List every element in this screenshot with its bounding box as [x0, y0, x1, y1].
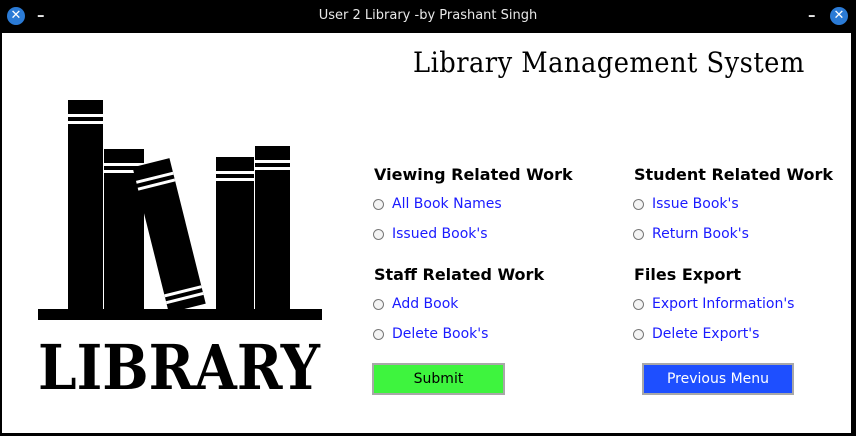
radio-icon[interactable]: [633, 328, 644, 340]
radio-icon[interactable]: [373, 198, 384, 210]
submit-button[interactable]: Submit: [372, 363, 505, 395]
radio-icon[interactable]: [633, 298, 644, 310]
shelf: [38, 309, 322, 320]
option-label[interactable]: Add Book: [392, 296, 458, 312]
section-title-student: Student Related Work: [634, 165, 834, 184]
option-delete-books[interactable]: Delete Book's: [373, 325, 488, 343]
previous-menu-button[interactable]: Previous Menu: [642, 363, 794, 395]
option-add-book[interactable]: Add Book: [373, 295, 458, 313]
close-icon[interactable]: ✕: [830, 7, 848, 25]
option-label[interactable]: All Book Names: [392, 196, 502, 212]
minimize-icon[interactable]: –: [808, 6, 816, 24]
option-export-information[interactable]: Export Information's: [633, 295, 794, 313]
logo-text: LIBRARY: [38, 331, 321, 397]
book-icon: [68, 100, 103, 312]
option-delete-exports[interactable]: Delete Export's: [633, 325, 759, 343]
option-issue-books[interactable]: Issue Book's: [633, 195, 739, 213]
background-strip: [851, 33, 856, 436]
section-title-staff: Staff Related Work: [374, 265, 545, 284]
book-icon: [255, 146, 290, 312]
option-return-books[interactable]: Return Book's: [633, 225, 749, 243]
radio-icon[interactable]: [633, 198, 644, 210]
section-title-viewing: Viewing Related Work: [374, 165, 573, 184]
section-title-files: Files Export: [634, 265, 742, 284]
option-all-book-names[interactable]: All Book Names: [373, 195, 502, 213]
radio-icon[interactable]: [373, 298, 384, 310]
radio-icon[interactable]: [373, 228, 384, 240]
window-titlebar: ✕ – User 2 Library -by Prashant Singh – …: [0, 0, 856, 33]
option-label[interactable]: Delete Export's: [652, 326, 759, 342]
radio-icon[interactable]: [373, 328, 384, 340]
option-label[interactable]: Issue Book's: [652, 196, 739, 212]
option-label[interactable]: Return Book's: [652, 226, 749, 242]
option-issued-books[interactable]: Issued Book's: [373, 225, 488, 243]
page-title: Library Management System: [413, 46, 805, 79]
option-label[interactable]: Delete Book's: [392, 326, 488, 342]
book-icon: [216, 157, 254, 312]
library-logo: LIBRARY: [38, 100, 322, 397]
option-label[interactable]: Export Information's: [652, 296, 794, 312]
window-title: User 2 Library -by Prashant Singh: [318, 8, 538, 23]
option-label[interactable]: Issued Book's: [392, 226, 488, 242]
radio-icon[interactable]: [633, 228, 644, 240]
